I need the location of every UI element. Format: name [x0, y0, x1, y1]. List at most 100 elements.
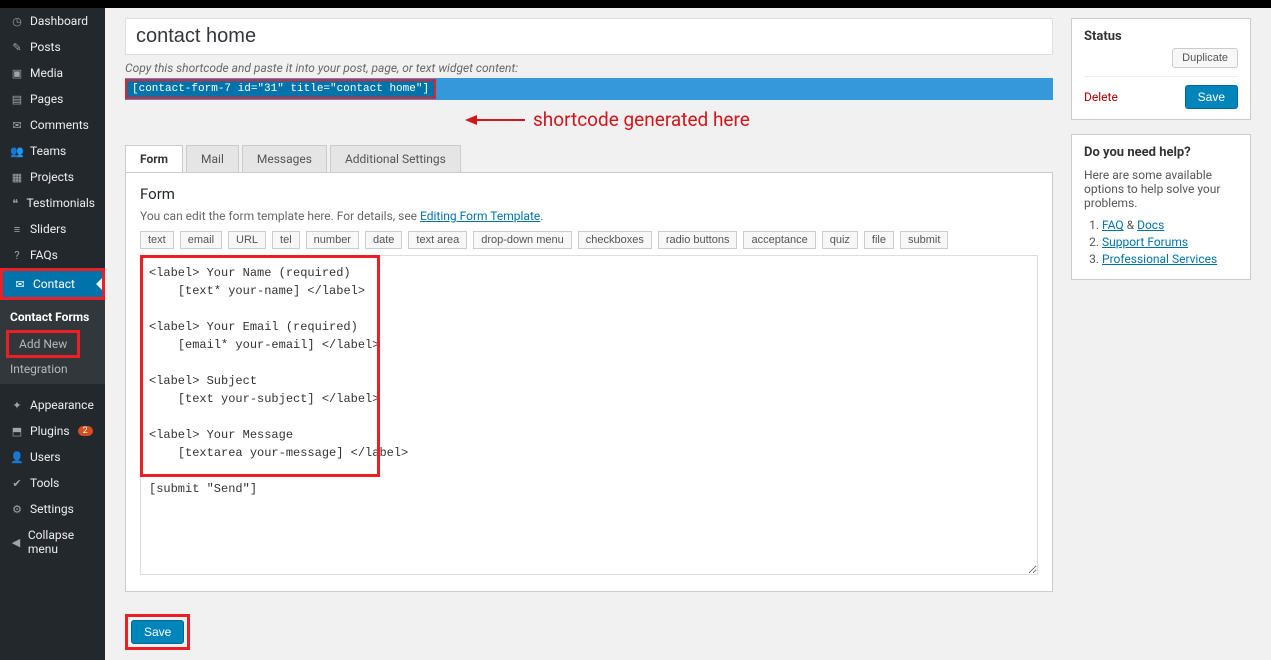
- sidebar-item-teams[interactable]: 👥Teams: [0, 138, 105, 164]
- sidebar-item-tools[interactable]: ✔ Tools: [0, 470, 105, 496]
- tag-btn-textarea[interactable]: text area: [408, 231, 467, 249]
- help-item-support: Support Forums: [1102, 235, 1238, 249]
- shortcode-text[interactable]: [contact-form-7 id="31" title="contact h…: [125, 79, 436, 99]
- sidebar-item-projects[interactable]: ▦ Projects: [0, 164, 105, 190]
- sidebar-item-label: Testimonials: [26, 196, 95, 210]
- tag-btn-text[interactable]: text: [140, 231, 174, 249]
- panel-description: You can edit the form template here. For…: [140, 209, 1038, 223]
- help-postbox: Do you need help? Here are some availabl…: [1071, 134, 1251, 280]
- sidebar-item-users[interactable]: 👤 Users: [0, 444, 105, 470]
- annotation-text: shortcode generated here: [533, 108, 750, 131]
- sidebar-item-label: Appearance: [30, 398, 94, 412]
- main-content: Copy this shortcode and paste it into yo…: [105, 8, 1271, 660]
- help-intro: Here are some available options to help …: [1084, 168, 1238, 210]
- save-button[interactable]: Save: [131, 620, 184, 644]
- tag-btn-date[interactable]: date: [365, 231, 402, 249]
- help-link-docs[interactable]: Docs: [1137, 218, 1164, 232]
- tag-btn-file[interactable]: file: [864, 231, 894, 249]
- tag-btn-checkboxes[interactable]: checkboxes: [578, 231, 652, 249]
- sidebar-item-appearance[interactable]: ✦ Appearance: [0, 392, 105, 418]
- sidebar-item-label: Pages: [30, 92, 63, 106]
- pin-icon: ✎: [10, 41, 24, 54]
- tab-additional-settings[interactable]: Additional Settings: [330, 145, 461, 172]
- sidebar-item-collapse[interactable]: ◀ Collapse menu: [0, 522, 105, 562]
- quote-icon: ❝: [10, 197, 20, 210]
- sidebar-item-label: Plugins: [30, 424, 70, 438]
- sidebar-item-faqs[interactable]: ?FAQs: [0, 242, 105, 268]
- slider-icon: ≡: [10, 223, 24, 236]
- pages-icon: ▤: [10, 93, 24, 106]
- sidebar-item-label: Projects: [30, 170, 74, 184]
- comment-icon: ✉: [10, 119, 24, 132]
- help-link-faq[interactable]: FAQ: [1102, 218, 1124, 232]
- sidebar-item-sliders[interactable]: ≡ Sliders: [0, 216, 105, 242]
- panel-title: Form: [140, 185, 1038, 203]
- tab-messages[interactable]: Messages: [242, 145, 327, 172]
- tag-btn-tel[interactable]: tel: [272, 231, 300, 249]
- sidebar-item-plugins[interactable]: ⬒ Plugins 2: [0, 418, 105, 444]
- tab-mail[interactable]: Mail: [186, 145, 239, 172]
- gear-icon: ⚙: [10, 503, 24, 516]
- help-list: FAQ & Docs Support Forums Professional S…: [1084, 218, 1238, 266]
- sidebar-item-label: Settings: [30, 502, 74, 516]
- sidebar-item-testimonials[interactable]: ❝ Testimonials: [0, 190, 105, 216]
- project-icon: ▦: [10, 171, 24, 184]
- duplicate-button[interactable]: Duplicate: [1172, 48, 1238, 68]
- sidebar-item-label: Contact: [33, 277, 75, 291]
- help-item-pro: Professional Services: [1102, 252, 1238, 266]
- form-template-textarea[interactable]: [140, 255, 1038, 575]
- help-title: Do you need help?: [1084, 145, 1238, 160]
- sidebar-item-settings[interactable]: ⚙ Settings: [0, 496, 105, 522]
- shortcode-bar[interactable]: [contact-form-7 id="31" title="contact h…: [125, 78, 1053, 100]
- save-button-highlight: Save: [125, 614, 190, 650]
- wrench-icon: ✔: [10, 477, 24, 490]
- tag-btn-email[interactable]: email: [180, 231, 222, 249]
- collapse-icon: ◀: [10, 536, 22, 549]
- status-save-button[interactable]: Save: [1185, 85, 1238, 109]
- sidebar-item-label: Tools: [30, 476, 59, 490]
- sidebar-item-media[interactable]: ▣Media: [0, 60, 105, 86]
- tag-btn-number[interactable]: number: [306, 231, 359, 249]
- admin-topbar: [0, 0, 1271, 8]
- tag-btn-radio[interactable]: radio buttons: [658, 231, 738, 249]
- plug-icon: ⬒: [10, 425, 24, 438]
- sidebar-item-contact[interactable]: ✉Contact: [0, 268, 105, 300]
- form-title-input[interactable]: [125, 18, 1053, 55]
- help-link-pro[interactable]: Professional Services: [1102, 252, 1217, 266]
- shortcode-hint: Copy this shortcode and paste it into yo…: [125, 61, 1053, 75]
- editor-tabs: Form Mail Messages Additional Settings: [125, 145, 1053, 173]
- editing-template-link[interactable]: Editing Form Template: [420, 209, 540, 223]
- brush-icon: ✦: [10, 399, 24, 412]
- team-icon: 👥: [10, 145, 24, 158]
- media-icon: ▣: [10, 67, 24, 80]
- help-item-faq-docs: FAQ & Docs: [1102, 218, 1238, 232]
- delete-link[interactable]: Delete: [1084, 90, 1118, 104]
- status-title: Status: [1084, 29, 1238, 44]
- tag-btn-dropdown[interactable]: drop-down menu: [473, 231, 572, 249]
- admin-sidebar: ◷Dashboard ✎ Posts ▣Media ▤ Pages ✉ Comment…: [0, 8, 105, 660]
- tab-form[interactable]: Form: [125, 145, 183, 172]
- user-icon: 👤: [10, 451, 24, 464]
- sidebar-item-comments[interactable]: ✉ Comments: [0, 112, 105, 138]
- sidebar-item-label: FAQs: [30, 248, 58, 262]
- sidebar-item-label: Sliders: [30, 222, 66, 236]
- tag-btn-acceptance[interactable]: acceptance: [743, 231, 815, 249]
- status-postbox: Status Duplicate Delete Save: [1071, 18, 1251, 120]
- gauge-icon: ◷: [10, 15, 24, 28]
- sidebar-item-label: Users: [30, 450, 61, 464]
- plugin-update-badge: 2: [78, 426, 93, 436]
- sidebar-item-dashboard[interactable]: ◷Dashboard: [0, 8, 105, 34]
- annotation-arrow: shortcode generated here: [465, 108, 1053, 131]
- tag-btn-submit[interactable]: submit: [900, 231, 948, 249]
- sidebar-item-posts[interactable]: ✎ Posts: [0, 34, 105, 60]
- sidebar-item-label: Collapse menu: [28, 528, 95, 556]
- sidebar-item-label: Posts: [30, 40, 61, 54]
- tag-btn-quiz[interactable]: quiz: [822, 231, 858, 249]
- sidebar-item-label: Comments: [30, 118, 89, 132]
- sidebar-submenu: Contact Forms Add New Integration: [0, 300, 105, 384]
- submenu-item-add-new[interactable]: Add New: [6, 330, 80, 358]
- sidebar-item-pages[interactable]: ▤ Pages: [0, 86, 105, 112]
- tag-btn-url[interactable]: URL: [228, 231, 266, 249]
- submenu-item-integration[interactable]: Integration: [0, 358, 105, 380]
- help-link-support[interactable]: Support Forums: [1102, 235, 1188, 249]
